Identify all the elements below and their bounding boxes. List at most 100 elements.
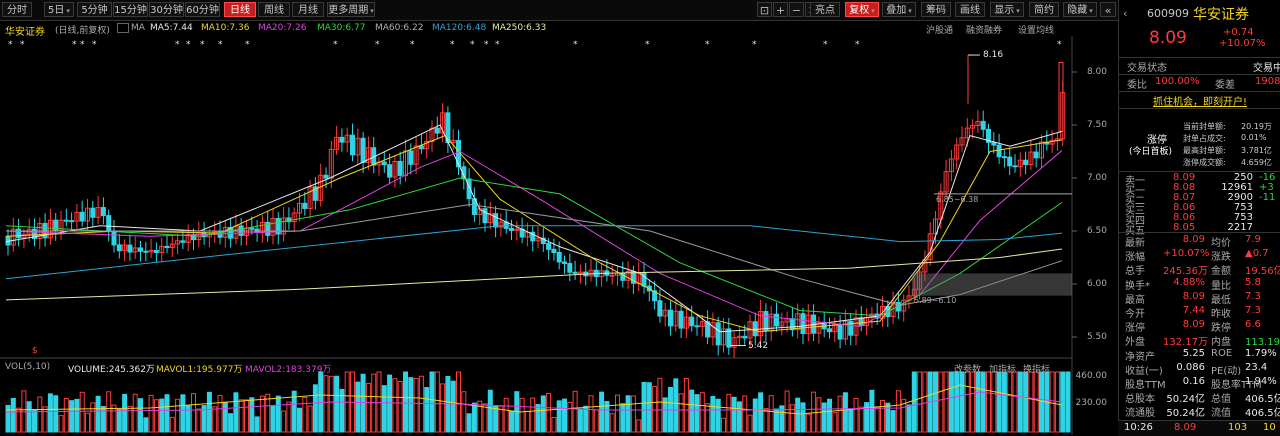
vol-value: VOLUME:245.362万 xyxy=(68,365,155,375)
volume-bar xyxy=(721,417,726,433)
volume-bar xyxy=(191,393,196,433)
zt-val: 0.01% xyxy=(1241,133,1267,142)
event-star-icon: * xyxy=(245,40,250,50)
stat-value: 7.9 xyxy=(1245,234,1261,245)
tick-bar: 10:26 8.09 103 10 xyxy=(1118,420,1280,436)
candle-body xyxy=(800,313,806,335)
candle-body xyxy=(1023,159,1029,166)
candle-body xyxy=(567,263,573,273)
edit-params-link[interactable]: 改参数 xyxy=(954,362,981,375)
candle-body xyxy=(100,207,106,217)
volume-bar xyxy=(26,401,32,433)
zoom-out-icon[interactable]: − xyxy=(789,2,804,17)
display-button[interactable]: 显示 xyxy=(990,2,1024,17)
zoom-in-icon[interactable]: + xyxy=(773,2,788,17)
band-label-lower: 5.89~6.10 xyxy=(914,296,957,305)
candle-body xyxy=(111,230,117,246)
volume-bar xyxy=(986,371,991,433)
switch-indicator-link[interactable]: 换指标 xyxy=(1023,362,1050,375)
overlay-button[interactable]: 叠加 xyxy=(882,2,916,17)
ma120-value: MA120:6.48 xyxy=(432,23,487,33)
period-tab-monthly[interactable]: 月线 xyxy=(292,2,324,17)
volume-bar xyxy=(53,395,59,433)
collapse-icon[interactable]: « xyxy=(1100,2,1116,17)
margin-link[interactable]: 融资融券 xyxy=(966,23,1002,36)
period-tab-5min[interactable]: 5分钟 xyxy=(77,2,112,17)
candle-body xyxy=(1033,151,1039,159)
volume-bar xyxy=(890,410,896,433)
period-tab-daily[interactable]: 日线 xyxy=(224,2,256,17)
volume-bar xyxy=(63,398,69,433)
volume-bar xyxy=(116,409,122,433)
zt-key: 最高封单额: xyxy=(1183,146,1226,155)
stat-value: 7.3 xyxy=(1245,290,1261,302)
volume-bar xyxy=(1065,371,1071,433)
volume-bar xyxy=(673,378,679,433)
back-icon[interactable]: ‹ xyxy=(1123,7,1127,20)
kline-chart[interactable]: * * * * * * * * * * * * * * * * * * * * * * * * xyxy=(0,36,1118,436)
volume-bar xyxy=(434,371,440,433)
hide-button[interactable]: 隐藏 xyxy=(1063,2,1097,17)
volume-bar xyxy=(763,408,769,433)
low-price-label: 5.42 xyxy=(748,341,769,351)
volume-bar xyxy=(1033,371,1039,433)
lock-icon[interactable]: ⊡ xyxy=(757,2,772,17)
volume-bar xyxy=(196,408,202,433)
chips-button[interactable]: 筹码 xyxy=(921,2,951,17)
highlight-button[interactable]: 亮点 xyxy=(810,2,840,17)
event-star-icon: * xyxy=(495,40,500,50)
volume-bar xyxy=(32,409,37,433)
volume-bar xyxy=(180,394,186,433)
volume-bar xyxy=(503,397,509,433)
candle-body xyxy=(408,150,414,165)
volume-bar xyxy=(742,395,748,433)
volume-bar xyxy=(959,371,965,433)
open-account-link[interactable]: 抓住机会，即刻开户! xyxy=(1153,93,1247,108)
period-tab-more[interactable]: 更多周期 xyxy=(327,2,375,17)
stat-row: 最新 8.09 均价 7.9 xyxy=(1119,233,1280,249)
add-indicator-link[interactable]: 加指标 xyxy=(989,362,1016,375)
stat-value: 8.09 xyxy=(1182,290,1205,302)
volume-bar xyxy=(148,394,154,433)
volume-bar xyxy=(715,398,721,433)
zt-val: 4.659亿 xyxy=(1241,158,1272,167)
simple-button[interactable]: 简约 xyxy=(1029,2,1059,17)
quote-stats: 最新 8.09 均价 7.9 涨幅 +10.07% 涨跌 ▲0.7 总手 245.36万 金额 19.… xyxy=(1119,232,1280,419)
wb-value: 100.00% xyxy=(1155,76,1200,87)
volume-bar xyxy=(206,391,212,433)
candle-body xyxy=(387,164,393,178)
event-star-icon: * xyxy=(1057,40,1062,50)
stat-value: 0.16 xyxy=(1182,376,1205,387)
ma-settings-link[interactable]: 设置均线 xyxy=(1018,23,1054,36)
volume-bar xyxy=(991,371,997,433)
event-star-icon: * xyxy=(8,40,13,50)
volume-bar xyxy=(657,377,663,433)
candle-body xyxy=(69,220,75,223)
candle-body xyxy=(350,134,355,156)
candle-body xyxy=(572,271,578,274)
period-tab-30min[interactable]: 30分钟 xyxy=(149,2,184,17)
period-tab-15min[interactable]: 15分钟 xyxy=(113,2,148,17)
adjust-button[interactable]: 复权 xyxy=(845,2,879,17)
period-tab-weekly[interactable]: 周线 xyxy=(258,2,290,17)
candle-body xyxy=(456,139,461,168)
volume-bar xyxy=(577,408,583,433)
period-note: (日线,前复权) xyxy=(55,26,110,36)
period-tab-60min[interactable]: 60分钟 xyxy=(185,2,220,17)
volume-bar xyxy=(752,398,758,433)
hk-connect-link[interactable]: 沪股通 xyxy=(926,23,953,36)
volume-bar xyxy=(307,405,313,433)
zt-key: 涨停成交额: xyxy=(1183,158,1226,167)
volume-bar xyxy=(164,394,170,433)
volume-bar xyxy=(413,378,419,433)
stat-value: 1.94% xyxy=(1245,376,1277,387)
volume-bar xyxy=(328,375,334,433)
draw-button[interactable]: 画线 xyxy=(955,2,985,17)
volume-bar xyxy=(906,404,912,433)
period-tab-minute[interactable]: 分时 xyxy=(2,2,32,17)
volume-bar xyxy=(800,402,806,433)
book-row: 买四 8.06 753 xyxy=(1119,211,1280,227)
ma-toggle-box[interactable] xyxy=(117,23,129,33)
event-star-icon: * xyxy=(752,40,757,50)
period-tab-5day[interactable]: 5日 xyxy=(44,2,74,17)
